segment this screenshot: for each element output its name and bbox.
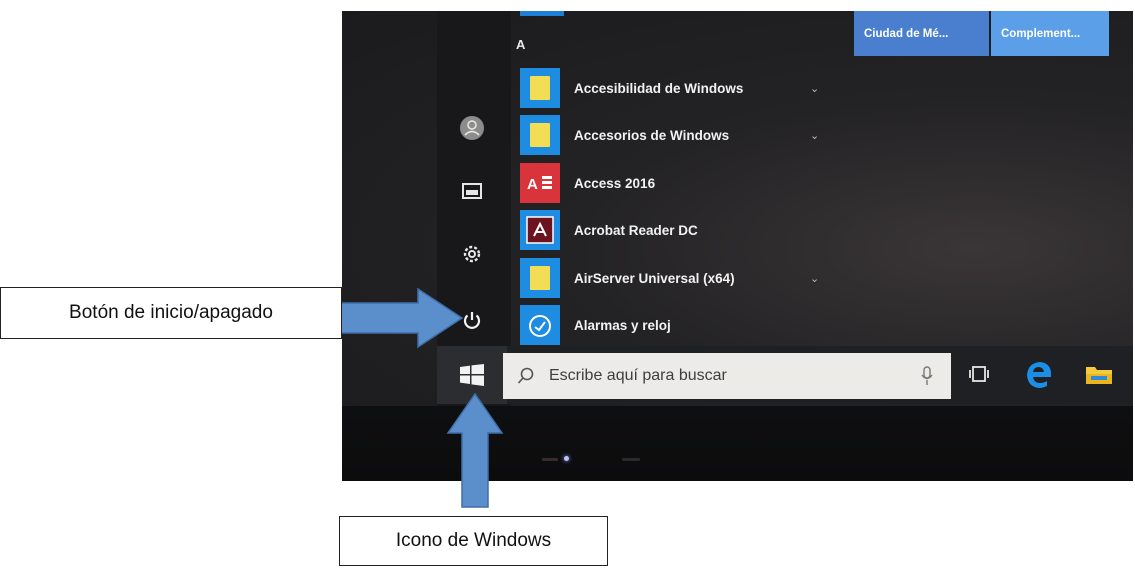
callout-power-label: Botón de inicio/apagado	[69, 302, 273, 323]
app-item-label: Accesibilidad de Windows	[574, 80, 744, 96]
bezel-mark	[622, 458, 640, 461]
microphone-icon[interactable]	[921, 366, 933, 386]
edge-icon[interactable]	[1023, 358, 1055, 390]
live-tile-label: Complement...	[1001, 27, 1081, 40]
app-item-airserver[interactable]: AirServer Universal (x64) ⌄	[520, 258, 840, 298]
app-list: A Accesibilidad de Windows ⌄ Accesorios …	[512, 11, 842, 345]
search-input[interactable]	[547, 366, 911, 386]
task-view-icon[interactable]	[963, 358, 995, 390]
user-avatar-icon[interactable]	[457, 113, 487, 143]
search-icon	[517, 367, 534, 384]
monitor-photo: A Accesibilidad de Windows ⌄ Accesorios …	[342, 11, 1133, 481]
live-tile-ciudad[interactable]: Ciudad de Mé...	[854, 11, 989, 56]
windows-logo-icon	[460, 364, 484, 386]
svg-text:A: A	[527, 176, 538, 193]
bezel-mark	[542, 458, 558, 461]
app-item-accesorios[interactable]: Accesorios de Windows ⌄	[520, 115, 840, 155]
chevron-down-icon[interactable]: ⌄	[810, 129, 819, 142]
app-item-access[interactable]: A Access 2016	[520, 163, 840, 203]
app-item-label: Acrobat Reader DC	[574, 222, 698, 238]
app-item-label: AirServer Universal (x64)	[574, 270, 735, 286]
access-icon: A	[520, 163, 560, 203]
alarm-clock-icon	[520, 305, 560, 345]
file-explorer-icon[interactable]	[1083, 358, 1115, 390]
chevron-down-icon[interactable]: ⌄	[810, 82, 819, 95]
app-item-alarmas[interactable]: Alarmas y reloj	[520, 305, 840, 345]
chevron-down-icon[interactable]: ⌄	[810, 272, 819, 285]
search-box[interactable]	[503, 353, 951, 399]
app-item-label: Alarmas y reloj	[574, 317, 671, 333]
settings-gear-icon[interactable]	[457, 239, 487, 269]
power-led	[564, 456, 569, 461]
screen: A Accesibilidad de Windows ⌄ Accesorios …	[342, 11, 1133, 406]
live-tile-label: Ciudad de Mé...	[864, 27, 949, 40]
section-header-a: A	[516, 37, 526, 52]
app-item-accesibilidad[interactable]: Accesibilidad de Windows ⌄	[520, 68, 840, 108]
acrobat-icon	[520, 210, 560, 250]
taskbar	[437, 346, 1133, 404]
start-button[interactable]	[437, 346, 507, 404]
live-tile-complement[interactable]: Complement...	[991, 11, 1109, 56]
folder-icon	[520, 115, 560, 155]
app-item-label: Accesorios de Windows	[574, 127, 730, 143]
pictures-icon[interactable]	[457, 176, 487, 206]
folder-icon	[520, 258, 560, 298]
app-item-acrobat[interactable]: Acrobat Reader DC	[520, 210, 840, 250]
callout-power-button: Botón de inicio/apagado	[0, 287, 342, 339]
callout-windows-icon: Icono de Windows	[339, 516, 608, 566]
app-item-label: Access 2016	[574, 175, 656, 191]
tile-fragment	[520, 11, 564, 16]
power-icon[interactable]	[457, 305, 487, 335]
callout-windows-label: Icono de Windows	[395, 530, 552, 551]
folder-icon	[520, 68, 560, 108]
